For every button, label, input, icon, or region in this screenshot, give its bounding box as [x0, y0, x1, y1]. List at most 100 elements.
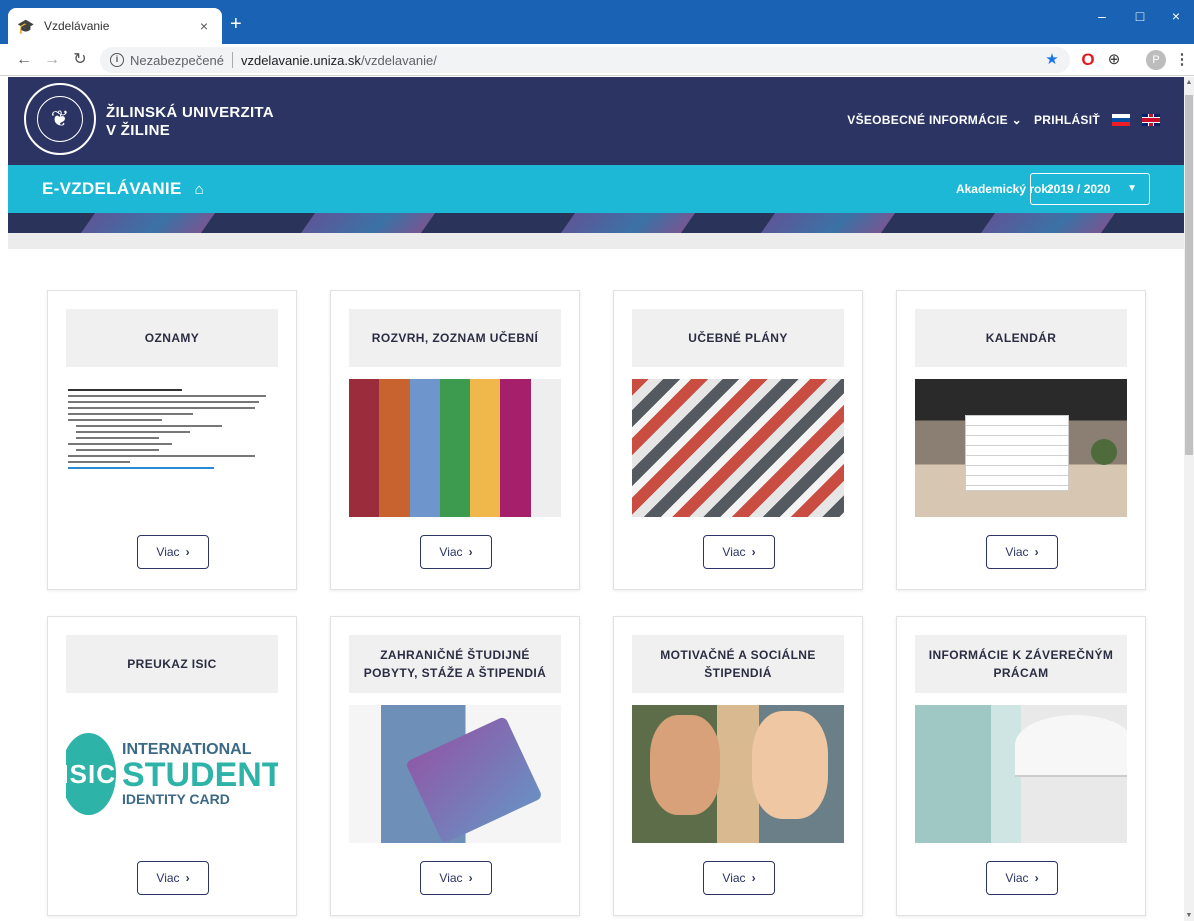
announcement-document-image [66, 379, 278, 517]
more-button[interactable]: Viac › [137, 535, 209, 569]
info-icon[interactable]: i [110, 53, 124, 67]
url-field[interactable]: i Nezabezpečené vzdelavanie.uniza.sk /vz… [100, 47, 1070, 73]
star-icon[interactable]: ★ [1042, 50, 1062, 70]
main-nav: VŠEOBECNÉ INFORMÁCIE ⌄ PRIHLÁSIŤ [847, 113, 1160, 127]
uk-flag-icon[interactable] [1142, 114, 1160, 126]
card-title: PREUKAZ ISIC [127, 657, 217, 671]
card-study-plans: UČEBNÉ PLÁNY Viac › [613, 290, 863, 590]
more-button[interactable]: Viac › [137, 861, 209, 895]
open-book-image [915, 705, 1127, 843]
more-button[interactable]: Viac › [703, 535, 775, 569]
university-name[interactable]: ŽILINSKÁ UNIVERZITA V ŽILINE [106, 104, 274, 140]
sub-header: E-VZDELÁVANIE ⌂ Akademický rok: 2019 / 2… [8, 165, 1184, 213]
card-header: KALENDÁR [915, 309, 1127, 367]
scroll-up-icon[interactable]: ▲ [1184, 79, 1194, 86]
avatar-icon[interactable]: P [1146, 50, 1166, 70]
chevron-right-icon: › [468, 545, 473, 559]
close-window-button[interactable]: × [1166, 8, 1186, 24]
card-study-abroad: ZAHRANIČNÉ ŠTUDIJNÉ POBYTY, STÁŽE A ŠTIP… [330, 616, 580, 916]
chevron-right-icon: › [185, 545, 190, 559]
more-button-label: Viac [156, 871, 180, 885]
graduation-cap-icon: 🎓 [17, 17, 35, 34]
menu-icon[interactable]: ⋮ [1172, 50, 1192, 70]
slovak-flag-icon[interactable] [1112, 114, 1130, 126]
tiles-image [632, 379, 844, 517]
card-theses: INFORMÁCIE K ZÁVEREČNÝM PRÁCAM Viac › [896, 616, 1146, 916]
chevron-right-icon: › [468, 871, 473, 885]
card-scholarships: MOTIVAČNÉ A SOCIÁLNE ŠTIPENDIÁ Viac › [613, 616, 863, 916]
card-header: ZAHRANIČNÉ ŠTUDIJNÉ POBYTY, STÁŽE A ŠTIP… [349, 635, 561, 693]
university-name-line2: V ŽILINE [106, 122, 171, 139]
card-header: INFORMÁCIE K ZÁVEREČNÝM PRÁCAM [915, 635, 1127, 693]
chevron-down-icon: ⌄ [1011, 113, 1022, 127]
scroll-down-icon[interactable]: ▼ [1184, 912, 1194, 919]
chevron-right-icon: › [1034, 871, 1039, 885]
university-name-line1: ŽILINSKÁ UNIVERZITA [106, 104, 274, 121]
banner-bottom-strip [8, 233, 1184, 249]
extension-icon[interactable]: ⊕ [1104, 50, 1124, 70]
more-button-label: Viac [722, 545, 746, 559]
card-header: OZNAMY [66, 309, 278, 367]
more-button-label: Viac [1005, 545, 1029, 559]
more-button-label: Viac [1005, 871, 1029, 885]
card-header: UČEBNÉ PLÁNY [632, 309, 844, 367]
nav-general-info-label: VŠEOBECNÉ INFORMÁCIE [847, 113, 1008, 127]
url-separator [231, 52, 233, 68]
page-scrollbar[interactable]: ▲ ▼ [1184, 77, 1194, 921]
card-title: KALENDÁR [985, 331, 1057, 345]
chevron-right-icon: › [185, 871, 190, 885]
academic-year-value: 2019 / 2020 [1047, 182, 1111, 196]
back-icon[interactable]: ← [14, 50, 34, 70]
minimize-button[interactable]: – [1092, 8, 1112, 24]
card-schedule: ROZVRH, ZOZNAM UČEBNÍ Viac › [330, 290, 580, 590]
card-title: INFORMÁCIE K ZÁVEREČNÝM PRÁCAM [928, 648, 1114, 680]
tab-close-icon[interactable]: × [196, 18, 212, 34]
reload-icon[interactable]: ↻ [70, 50, 90, 70]
card-header: PREUKAZ ISIC [66, 635, 278, 693]
more-button-label: Viac [722, 871, 746, 885]
more-button[interactable]: Viac › [420, 535, 492, 569]
card-title: ZAHRANIČNÉ ŠTUDIJNÉ POBYTY, STÁŽE A ŠTIP… [363, 648, 547, 680]
card-header: ROZVRH, ZOZNAM UČEBNÍ [349, 309, 561, 367]
page-title[interactable]: E-VZDELÁVANIE ⌂ [42, 179, 204, 199]
more-button-label: Viac [156, 545, 180, 559]
more-button-label: Viac [439, 871, 463, 885]
new-tab-button[interactable]: + [230, 14, 242, 34]
nav-general-info[interactable]: VŠEOBECNÉ INFORMÁCIE ⌄ [847, 113, 1022, 127]
card-title: UČEBNÉ PLÁNY [688, 331, 788, 345]
card-isic: PREUKAZ ISIC ISIC INTERNATIONAL STUDENT … [47, 616, 297, 916]
url-path: /vzdelavanie/ [360, 52, 437, 68]
decorative-banner [8, 213, 1184, 233]
smiling-students-image [632, 705, 844, 843]
opera-icon[interactable]: O [1078, 50, 1098, 70]
student-books-image [349, 705, 561, 843]
card-title: OZNAMY [144, 331, 200, 345]
isic-circle: ISIC [66, 733, 117, 815]
caret-down-icon: ▼ [1127, 183, 1137, 194]
more-button[interactable]: Viac › [703, 861, 775, 895]
isic-logo-image: ISIC INTERNATIONAL STUDENT IDENTITY CARD [66, 705, 278, 843]
university-logo[interactable]: ❦ [24, 83, 96, 155]
browser-tab-bar: 🎓 Vzdelávanie × + – □ × [0, 0, 1194, 44]
chevron-right-icon: › [1034, 545, 1039, 559]
card-announcements: OZNAMY Viac › [47, 290, 297, 590]
url-domain: vzdelavanie.uniza.sk [240, 52, 361, 68]
more-button[interactable]: Viac › [986, 535, 1058, 569]
more-button[interactable]: Viac › [986, 861, 1058, 895]
card-calendar: KALENDÁR Viac › [896, 290, 1146, 590]
browser-tab[interactable]: 🎓 Vzdelávanie × [8, 8, 222, 44]
university-seal-icon: ❦ [37, 96, 83, 142]
nav-login[interactable]: PRIHLÁSIŤ [1034, 113, 1100, 127]
tab-title: Vzdelávanie [44, 19, 110, 33]
maximize-button[interactable]: □ [1130, 8, 1150, 24]
academic-year-select[interactable]: 2019 / 2020 ▼ [1030, 173, 1150, 205]
card-title: ROZVRH, ZOZNAM UČEBNÍ [371, 331, 539, 345]
scrollbar-thumb[interactable] [1185, 95, 1193, 455]
more-button[interactable]: Viac › [420, 861, 492, 895]
site-header: ❦ ŽILINSKÁ UNIVERZITA V ŽILINE VŠEOBECNÉ… [8, 77, 1184, 165]
forward-icon[interactable]: → [42, 50, 62, 70]
isic-wordmark: INTERNATIONAL STUDENT IDENTITY CARD [122, 741, 278, 807]
home-icon[interactable]: ⌂ [195, 181, 204, 198]
address-bar: ← → ↻ i Nezabezpečené vzdelavanie.uniza.… [0, 44, 1194, 76]
chevron-right-icon: › [751, 871, 756, 885]
